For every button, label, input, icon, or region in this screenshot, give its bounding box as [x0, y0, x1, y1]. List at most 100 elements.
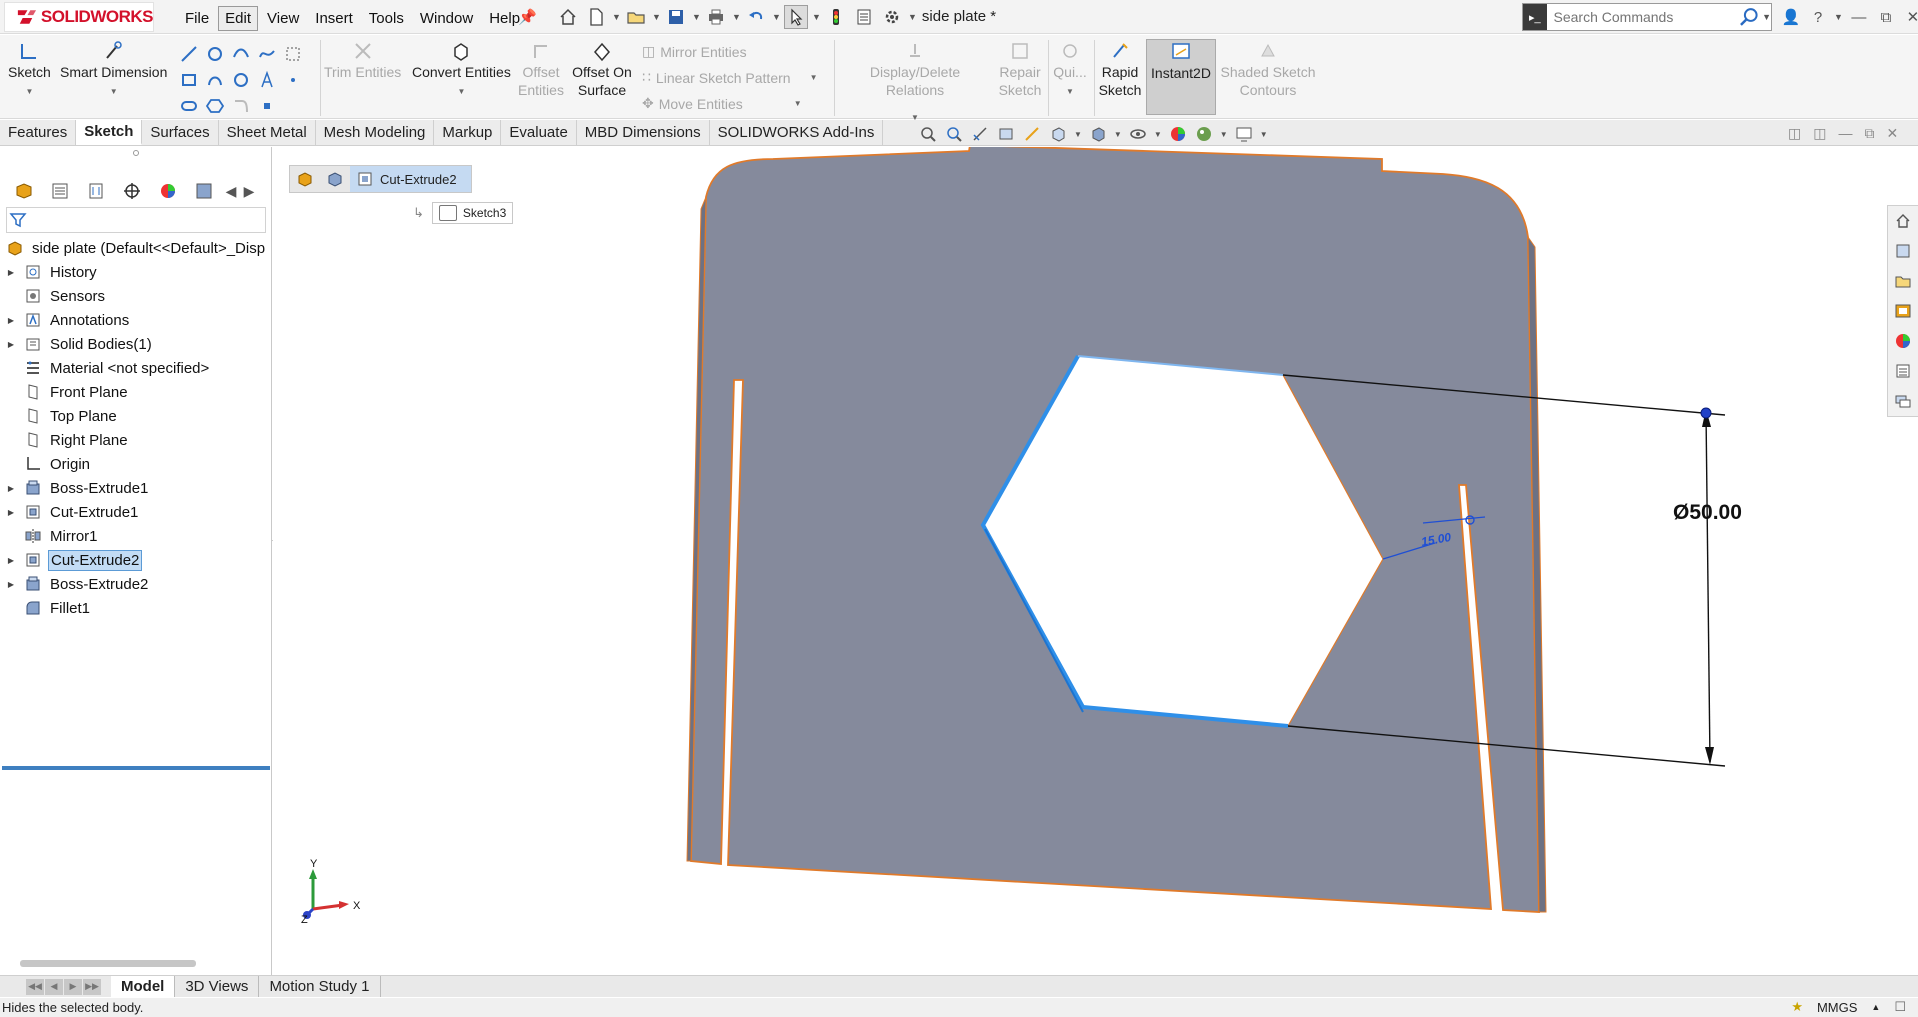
- expand-arrow-icon[interactable]: ▶: [0, 508, 22, 517]
- trim-entities-button[interactable]: Trim Entities: [324, 39, 401, 81]
- minimize-icon[interactable]: —: [1848, 5, 1870, 29]
- tab-sheet-metal[interactable]: Sheet Metal: [219, 120, 316, 145]
- tab-model[interactable]: Model: [111, 976, 176, 997]
- menu-view[interactable]: View: [260, 6, 306, 31]
- viewport-tile-left-icon[interactable]: ◫: [1788, 125, 1801, 142]
- home-icon[interactable]: [556, 5, 580, 29]
- dynamic-annotation-icon[interactable]: [1022, 124, 1042, 144]
- view-palette-icon[interactable]: [1888, 296, 1918, 326]
- polygon-tool-icon[interactable]: [228, 67, 254, 93]
- section-view-icon[interactable]: [996, 124, 1016, 144]
- tab-sketch[interactable]: Sketch: [76, 120, 143, 145]
- tree-filter-box[interactable]: [6, 207, 266, 233]
- quick-snaps-button[interactable]: Qui... ▼: [1052, 39, 1088, 101]
- circle-tool-icon[interactable]: [202, 41, 228, 67]
- shaded-sketch-contours-button[interactable]: Shaded Sketch Contours: [1220, 39, 1316, 99]
- apply-scene-caret-icon[interactable]: ▼: [1220, 130, 1228, 139]
- viewport-close-icon[interactable]: ✕: [1886, 125, 1898, 142]
- menu-file[interactable]: File: [178, 6, 216, 31]
- rollback-bar[interactable]: [2, 766, 270, 770]
- undo-icon[interactable]: [744, 5, 768, 29]
- file-explorer-icon[interactable]: [1888, 266, 1918, 296]
- polygon-hex-icon[interactable]: [202, 93, 228, 119]
- tab-surfaces[interactable]: Surfaces: [142, 120, 219, 145]
- display-style-icon[interactable]: [1088, 124, 1108, 144]
- search-input[interactable]: [1553, 9, 1734, 25]
- options-gear-icon[interactable]: [880, 5, 904, 29]
- repair-sketch-button[interactable]: Repair Sketch: [996, 39, 1044, 99]
- linear-pattern-caret-icon[interactable]: ▼: [810, 73, 818, 82]
- tab-motion-study[interactable]: Motion Study 1: [259, 976, 381, 997]
- new-document-icon[interactable]: [584, 5, 608, 29]
- side-plate-body[interactable]: [686, 147, 1547, 913]
- undo-caret-icon[interactable]: ▼: [772, 12, 781, 22]
- tab-solidworks-add-ins[interactable]: SOLIDWORKS Add-Ins: [710, 120, 884, 145]
- property-manager-tab-icon[interactable]: [44, 178, 76, 204]
- command-search-type-icon[interactable]: ▸_: [1523, 4, 1547, 30]
- menu-edit[interactable]: Edit: [218, 6, 259, 31]
- tab-features[interactable]: Features: [0, 120, 77, 145]
- rebuild-traffic-light-icon[interactable]: [824, 5, 848, 29]
- line-tool-icon[interactable]: [176, 41, 202, 67]
- quick-snaps-caret-icon[interactable]: ▼: [1066, 83, 1074, 101]
- previous-tab-icon[interactable]: ◀: [45, 978, 63, 995]
- hide-show-items-icon[interactable]: [1128, 124, 1148, 144]
- configuration-manager-tab-icon[interactable]: [80, 178, 112, 204]
- tree-item-material-not-specified[interactable]: Material <not specified>: [0, 356, 272, 380]
- zoom-to-fit-icon[interactable]: [918, 124, 938, 144]
- menu-window[interactable]: Window: [413, 6, 480, 31]
- custom-properties-icon[interactable]: [1888, 356, 1918, 386]
- tab-evaluate[interactable]: Evaluate: [501, 120, 577, 145]
- user-account-icon[interactable]: 👤: [1780, 5, 1802, 29]
- rectangle-tool-icon[interactable]: [176, 67, 202, 93]
- expand-arrow-icon[interactable]: ▶: [0, 340, 22, 349]
- tab-markup[interactable]: Markup: [434, 120, 502, 145]
- tree-root-part[interactable]: side plate (Default<<Default>_Disp: [0, 236, 272, 260]
- units-caret-icon[interactable]: ▲: [1871, 1002, 1880, 1012]
- search-commands-box[interactable]: ▸_ ▼: [1522, 3, 1772, 31]
- close-icon[interactable]: ✕: [1902, 5, 1918, 29]
- move-entities-button[interactable]: ✥ Move Entities ▼: [642, 95, 802, 112]
- apply-scene-icon[interactable]: [1194, 124, 1214, 144]
- move-entities-caret-icon[interactable]: ▼: [794, 99, 802, 108]
- tree-item-sensors[interactable]: Sensors: [0, 284, 272, 308]
- breadcrumb-body-icon[interactable]: [320, 166, 350, 192]
- search-caret-icon[interactable]: ▼: [1762, 12, 1771, 22]
- linear-sketch-pattern-button[interactable]: ∷ Linear Sketch Pattern ▼: [642, 69, 817, 86]
- sketch-caret-icon[interactable]: ▼: [25, 83, 33, 101]
- menu-tools[interactable]: Tools: [362, 6, 411, 31]
- tree-item-fillet1[interactable]: Fillet1: [0, 596, 272, 620]
- viewport-restore-icon[interactable]: ⧉: [1864, 125, 1874, 142]
- tree-item-history[interactable]: ▶ History: [0, 260, 272, 284]
- graphics-area[interactable]: Ø50.00 15.00 Cut-Extrude2 ↳ Sketch3 Y X …: [273, 147, 1918, 975]
- units-label[interactable]: MMGS: [1817, 1000, 1857, 1015]
- tree-item-origin[interactable]: Origin: [0, 452, 272, 476]
- solidworks-resources-icon[interactable]: [1888, 206, 1918, 236]
- display-manager-tab-icon[interactable]: [152, 178, 184, 204]
- view-orientation-icon[interactable]: [1048, 124, 1068, 144]
- rebuild-status-icon[interactable]: ★: [1791, 999, 1803, 1015]
- new-document-caret-icon[interactable]: ▼: [612, 12, 621, 22]
- tree-item-boss-extrude1[interactable]: ▶ Boss-Extrude1: [0, 476, 272, 500]
- tab-3d-views[interactable]: 3D Views: [175, 976, 260, 997]
- spline-tool-icon[interactable]: [254, 41, 280, 67]
- offset-on-surface-button[interactable]: Offset On Surface: [570, 39, 634, 99]
- viewport-minimize-icon[interactable]: —: [1838, 125, 1852, 142]
- tree-item-cut-extrude2[interactable]: ▶ Cut-Extrude2: [0, 548, 272, 572]
- tree-item-boss-extrude2[interactable]: ▶ Boss-Extrude2: [0, 572, 272, 596]
- print-caret-icon[interactable]: ▼: [732, 12, 741, 22]
- appearances-icon[interactable]: [1888, 326, 1918, 356]
- mirror-entities-button[interactable]: ◫ Mirror Entities: [642, 43, 747, 60]
- tree-item-front-plane[interactable]: Front Plane: [0, 380, 272, 404]
- display-delete-relations-button[interactable]: Display/Delete Relations ▼: [840, 39, 990, 127]
- view-settings-icon[interactable]: [1234, 124, 1254, 144]
- breadcrumb-sketch-item[interactable]: Sketch3: [431, 202, 514, 224]
- smart-dimension-button[interactable]: Smart Dimension ▼: [60, 39, 167, 101]
- open-caret-icon[interactable]: ▼: [652, 12, 661, 22]
- expand-arrow-icon[interactable]: ▶: [0, 268, 22, 277]
- construction-geometry-icon[interactable]: [280, 41, 306, 67]
- tree-item-mirror1[interactable]: Mirror1: [0, 524, 272, 548]
- point-tool-icon[interactable]: [280, 67, 306, 93]
- tree-item-cut-extrude1[interactable]: ▶ Cut-Extrude1: [0, 500, 272, 524]
- panel-horizontal-scrollbar[interactable]: [20, 960, 196, 967]
